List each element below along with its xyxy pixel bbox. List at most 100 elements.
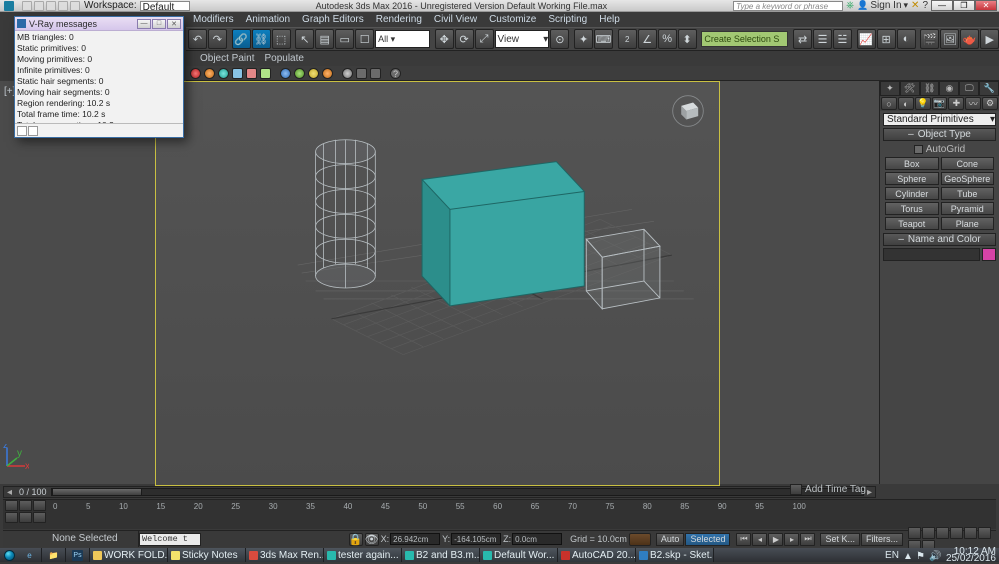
z-spinner[interactable]: 0.0cm bbox=[512, 533, 562, 545]
color-swatch[interactable] bbox=[294, 68, 305, 79]
link-button[interactable]: 🔗 bbox=[232, 29, 251, 49]
color-swatch[interactable] bbox=[308, 68, 319, 79]
help-search-input[interactable]: Type a keyword or phrase bbox=[733, 1, 843, 11]
prim-tube[interactable]: Tube bbox=[941, 187, 995, 200]
tool-btn[interactable] bbox=[356, 68, 367, 79]
schematic-button[interactable]: ⊞ bbox=[877, 29, 896, 49]
redo-button[interactable]: ↷ bbox=[208, 29, 227, 49]
goto-start-button[interactable]: ⏮ bbox=[736, 533, 751, 546]
minimize-button[interactable]: — bbox=[931, 0, 953, 11]
tb-btn[interactable] bbox=[19, 500, 32, 511]
tool-btn[interactable] bbox=[370, 68, 381, 79]
y-spinner[interactable]: -164.105cm bbox=[451, 533, 501, 545]
taskbar-item[interactable]: Sticky Notes bbox=[168, 548, 246, 562]
render-setup-button[interactable]: 🎬 bbox=[920, 29, 939, 49]
subtab-helpers[interactable]: ✚ bbox=[948, 97, 964, 110]
tool-btn[interactable] bbox=[260, 68, 271, 79]
tb-btn[interactable] bbox=[5, 512, 18, 523]
window-crossing-button[interactable]: ☐ bbox=[355, 29, 374, 49]
taskbar-item[interactable]: WORK FOLD... bbox=[90, 548, 168, 562]
set-key-button[interactable] bbox=[629, 533, 651, 546]
prim-cylinder[interactable]: Cylinder bbox=[885, 187, 939, 200]
vray-minimize-button[interactable]: — bbox=[137, 19, 151, 29]
autogrid-checkbox[interactable]: AutoGrid bbox=[885, 144, 994, 155]
vray-scroll-left[interactable] bbox=[17, 126, 27, 136]
x-spinner[interactable]: 26.942cm bbox=[390, 533, 440, 545]
ts-prev[interactable]: ◂ bbox=[4, 487, 15, 498]
tab-object-paint[interactable]: Object Paint bbox=[200, 53, 254, 64]
workspace-dropdown[interactable]: Default bbox=[140, 1, 190, 11]
tray-clock[interactable]: 10:12 AM 25/02/2016 bbox=[942, 548, 996, 562]
infocenter-btn[interactable]: ⎈ bbox=[846, 0, 854, 11]
rollout-name-color[interactable]: –Name and Color bbox=[883, 233, 996, 246]
taskbar-item[interactable]: Default Wor... bbox=[480, 548, 558, 562]
tb-btn[interactable] bbox=[19, 512, 32, 523]
subtab-geometry[interactable]: ○ bbox=[881, 97, 897, 110]
named-selection-dropdown[interactable]: Create Selection S bbox=[701, 31, 788, 47]
tab-motion[interactable]: ◉ bbox=[939, 81, 959, 96]
prim-torus[interactable]: Torus bbox=[885, 202, 939, 215]
rollout-object-type[interactable]: –Object Type bbox=[883, 128, 996, 141]
active-viewport[interactable] bbox=[155, 81, 720, 486]
pinned-explorer[interactable]: 📁 bbox=[42, 548, 66, 562]
time-slider[interactable]: ◂ 0 / 100 ▸ bbox=[3, 486, 876, 498]
help-icon[interactable]: ? bbox=[922, 0, 928, 11]
qat-btn[interactable] bbox=[58, 1, 68, 11]
tb-btn[interactable] bbox=[33, 512, 46, 523]
prev-frame-button[interactable]: ◂ bbox=[752, 533, 767, 546]
tool-btn[interactable] bbox=[246, 68, 257, 79]
taskbar-item[interactable]: B2.skp - Sket... bbox=[636, 548, 714, 562]
align-button[interactable]: ☰ bbox=[813, 29, 832, 49]
layers-button[interactable]: ☱ bbox=[833, 29, 852, 49]
restore-button[interactable]: ❐ bbox=[953, 0, 975, 11]
prim-cone[interactable]: Cone bbox=[941, 157, 995, 170]
tb-btn[interactable] bbox=[5, 500, 18, 511]
render-button[interactable]: 🫖 bbox=[960, 29, 979, 49]
zoom-button[interactable] bbox=[922, 527, 935, 539]
color-swatch[interactable] bbox=[204, 68, 215, 79]
goto-end-button[interactable]: ⏭ bbox=[800, 533, 815, 546]
qat-btn[interactable] bbox=[22, 1, 32, 11]
prim-teapot[interactable]: Teapot bbox=[885, 217, 939, 230]
color-swatch[interactable] bbox=[190, 68, 201, 79]
exchange-icon[interactable]: ✕ bbox=[911, 0, 919, 11]
fov-button[interactable] bbox=[950, 527, 963, 539]
help-btn[interactable]: ? bbox=[390, 68, 401, 79]
set-key-label[interactable]: Set K... bbox=[820, 533, 860, 546]
vray-close-button[interactable]: ✕ bbox=[167, 19, 181, 29]
menu-rendering[interactable]: Rendering bbox=[371, 13, 427, 26]
prim-pyramid[interactable]: Pyramid bbox=[941, 202, 995, 215]
taskbar-item[interactable]: tester again... bbox=[324, 548, 402, 562]
add-time-tag[interactable]: Add Time Tag bbox=[790, 484, 866, 495]
snap-2d-button[interactable]: 2 bbox=[618, 29, 637, 49]
spinner-snap-button[interactable]: ⬍ bbox=[678, 29, 697, 49]
tool-btn[interactable] bbox=[232, 68, 243, 79]
prim-sphere[interactable]: Sphere bbox=[885, 172, 939, 185]
vray-messages-window[interactable]: V-Ray messages — □ ✕ MB triangles: 0 Sta… bbox=[14, 16, 184, 138]
color-swatch[interactable] bbox=[218, 68, 229, 79]
select-manipulate-button[interactable]: ✦ bbox=[574, 29, 593, 49]
tray-volume-icon[interactable]: 🔊 bbox=[929, 551, 938, 560]
undo-button[interactable]: ↶ bbox=[188, 29, 207, 49]
prim-plane[interactable]: Plane bbox=[941, 217, 995, 230]
selected-button[interactable]: Selected bbox=[685, 533, 730, 546]
prim-geosphere[interactable]: GeoSphere bbox=[941, 172, 995, 185]
material-editor-button[interactable]: ◐ bbox=[897, 29, 916, 49]
color-swatch[interactable] bbox=[342, 68, 353, 79]
time-slider-thumb[interactable] bbox=[52, 488, 142, 496]
subtab-systems[interactable]: ⚙ bbox=[982, 97, 998, 110]
tab-hierarchy[interactable]: ⛓ bbox=[920, 81, 940, 96]
select-name-button[interactable]: ▤ bbox=[315, 29, 334, 49]
vray-title-bar[interactable]: V-Ray messages — □ ✕ bbox=[15, 17, 183, 31]
menu-modifiers[interactable]: Modifiers bbox=[188, 13, 239, 26]
curve-editor-button[interactable]: 📈 bbox=[857, 29, 876, 49]
subtab-spacewarps[interactable]: 〰 bbox=[965, 97, 981, 110]
tab-display[interactable]: 🖵 bbox=[959, 81, 979, 96]
render-frame-button[interactable]: 🖼 bbox=[940, 29, 959, 49]
auto-key-button[interactable]: Auto bbox=[656, 533, 685, 546]
render-prod-button[interactable]: ▶ bbox=[980, 29, 999, 49]
zoom-all-button[interactable] bbox=[936, 527, 949, 539]
snap-percent-button[interactable]: % bbox=[658, 29, 677, 49]
isolate-button[interactable]: 👁 bbox=[365, 533, 379, 546]
subtab-shapes[interactable]: ◐ bbox=[898, 97, 914, 110]
